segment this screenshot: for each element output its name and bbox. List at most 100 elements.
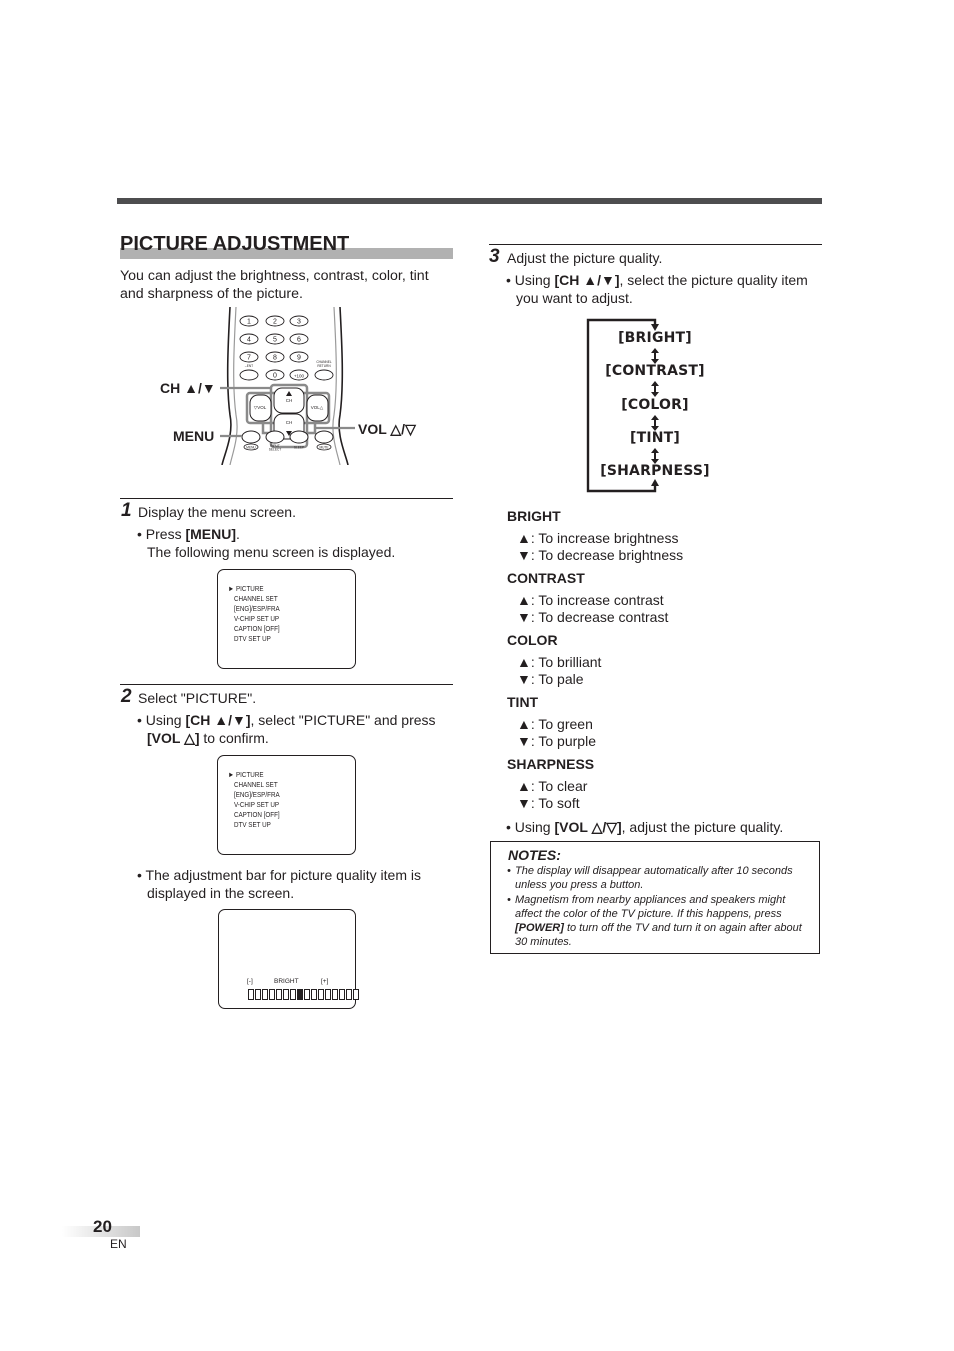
menu-item-picture: ► PICTURE [228,770,280,780]
intro-text: You can adjust the brightness, contrast,… [120,268,429,302]
adjust-minus-label: [-] [247,978,253,985]
step-2-note: • The adjustment bar for picture quality… [137,867,421,883]
number-key-label: 7 [247,355,251,362]
step-2-number: 2 [121,686,132,707]
number-key-label: 1 [247,319,251,326]
svg-text:▽VOL: ▽VOL [254,405,267,410]
adjustment-bar [248,989,359,1000]
adjust-bar-segment [248,989,254,1000]
setting-up-description: ▲: To increase contrast [517,592,664,608]
remote-illustration: 1 2 3 4 5 6 7 8 9 0 +100 –ENT CHANNEL RETURN CH CH ▽V… [150,305,430,466]
step-1-followup: The following menu screen is displayed. [147,544,396,560]
setting-down-description: ▼: To purple [517,733,596,749]
svg-text:CH: CH [286,398,293,403]
adjust-bar-segment [346,989,352,1000]
menu-item-caption: CAPTION [OFF] [233,624,280,633]
bullet-icon: • [507,865,511,877]
note-text-part: Magnetism from nearby appliances and spe… [515,894,786,920]
bullet-text: • Using [506,272,555,288]
adjust-bar-segment [255,989,261,1000]
step-2-bullet: • Using [CH ▲/▼], select "PICTURE" and p… [137,711,436,729]
adjust-bar-segment [353,989,359,1000]
bullet-icon: • [507,894,511,906]
menu-item-vchip: V-CHIP SET UP [233,614,280,623]
bullet-text: • Using [506,819,555,835]
vol-callout-label: VOL △/▽ [358,421,416,437]
bullet-text: to confirm. [199,730,269,746]
ch-key-ref: [CH ▲/▼] [554,272,620,288]
menu-item-language: [ENG]/ESP/FRA [233,604,280,613]
setting-down-description: ▼: To soft [517,795,580,811]
setting-heading: SHARPNESS [507,756,595,772]
number-key-label: 2 [273,319,277,326]
setting-up-description: ▲: To brilliant [517,654,602,670]
number-keypad: 1 2 34 5 67 8 90 +100–ENTCHANNELRETURN [239,315,334,381]
setting-down-description: ▼: To decrease brightness [517,547,684,563]
double-arrow-icon [651,348,659,364]
notes-title: NOTES: [508,847,561,863]
bullet-text: , select the picture quality item [619,272,808,288]
adjust-bar-segment [311,989,317,1000]
notes-box: NOTES: • The display will disappear auto… [490,841,820,954]
page-number: 20 [93,1217,112,1236]
menu-item-channel-set: CHANNEL SET [233,594,278,603]
setting-down-description: ▼: To decrease contrast [517,609,669,625]
flow-item-bright: [BRIGHT] [618,330,692,346]
step-3-bullet-line2: you want to adjust. [516,290,633,306]
step-3-rule [489,244,822,245]
adjust-item-label: BRIGHT [274,978,299,985]
svg-text:CH: CH [286,420,293,425]
setting-heading: CONTRAST [507,570,585,586]
setting-down-description: ▼: To pale [517,671,584,687]
double-arrow-icon [651,415,659,431]
step-2-bullet-line2: [VOL △] to confirm. [147,729,269,747]
remote-small-label: RETURN [317,364,331,368]
flow-item-tint: [TINT] [629,430,681,446]
number-key-label: 9 [297,355,301,362]
step-2-rule [120,684,453,685]
remote-key-label: 0 [273,372,277,379]
step-1-heading: Display the menu screen. [138,504,296,520]
note-text: The display will disappear automatically… [515,865,793,891]
menu-callout-label: MENU [173,428,215,444]
tv-adjust-screen: [-] BRIGHT [+] [218,909,359,1009]
tv-menu-list: ► PICTURE CHANNEL SET [ENG]/ESP/FRA V-CH… [228,770,280,830]
ch-key-ref: [CH ▲/▼] [185,712,251,728]
menu-item-dtv: DTV SET UP [233,820,271,829]
adjust-bar-segment [304,989,310,1000]
adjust-bar-segment [332,989,338,1000]
section-title-block: PICTURE ADJUSTMENT [120,233,453,259]
settings-descriptions: BRIGHT ▲: To increase brightness ▼: To dec… [507,508,817,828]
tv-menu-screen-1: ► PICTURE CHANNEL SET [ENG]/ESP/FRA V-CH… [217,569,356,669]
bullet-text: • Press [137,526,186,542]
adjust-bar-segment [339,989,345,1000]
menu-item-language: [ENG]/ESP/FRA [233,790,280,799]
adjust-bar-segment [262,989,268,1000]
svg-text:MENU: MENU [246,446,256,450]
note-text: Magnetism from nearby appliances and spe… [507,893,812,949]
tv-menu-screen-2: ► PICTURE CHANNEL SET [ENG]/ESP/FRA V-CH… [217,755,356,855]
step-1-number: 1 [121,500,132,521]
note-item: • Magnetism from nearby appliances and s… [507,893,812,949]
adjust-bar-segment [290,989,296,1000]
number-key-label: 6 [297,337,301,344]
setting-up-description: ▲: To increase brightness [517,530,679,546]
menu-key-ref: [MENU] [185,526,237,542]
flow-item-color: [COLOR] [621,397,689,413]
svg-text:SLEEP: SLEEP [294,446,304,450]
vol-key-ref: [VOL △/▽] [554,819,622,835]
page-language: EN [110,1237,127,1251]
svg-text:VOL△: VOL△ [311,405,324,410]
bullet-text: • Using [137,712,186,728]
menu-item-vchip: V-CHIP SET UP [233,800,280,809]
double-arrow-icon [651,381,659,397]
setting-up-description: ▲: To green [517,716,593,732]
adjust-instruction: • Using [VOL △/▽], adjust the picture qu… [506,818,783,836]
remote-key-label: +100 [294,373,305,378]
setting-heading: BRIGHT [507,508,561,524]
step-1-rule [120,498,453,499]
svg-text:MUTE: MUTE [319,446,328,450]
bullet-text: . [236,526,240,542]
setting-up-description: ▲: To clear [517,778,588,794]
menu-item-label: PICTURE [235,584,264,593]
